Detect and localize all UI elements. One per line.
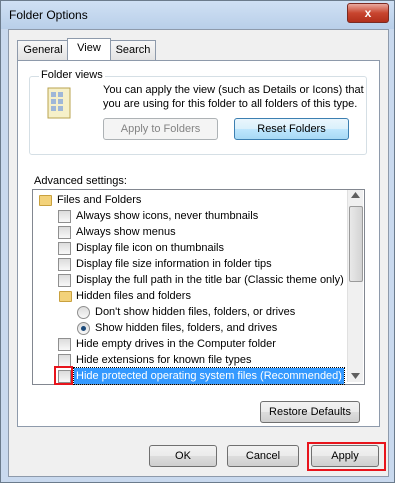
folder-icon: [59, 291, 72, 302]
tab-general-label: General: [23, 44, 63, 56]
list-item-label-selected: Hide protected operating system files (R…: [73, 367, 345, 385]
list-item-label: Always show icons, never thumbnails: [76, 210, 259, 222]
advanced-list-scrollbar[interactable]: [347, 190, 363, 382]
list-item-label: Show hidden files, folders, and drives: [95, 322, 278, 334]
list-item-label: Display file icon on thumbnails: [76, 242, 224, 254]
apply-to-folders-button[interactable]: Apply to Folders: [103, 118, 218, 140]
folder-views-label: Folder views: [39, 69, 105, 81]
checkbox[interactable]: [58, 274, 71, 287]
checkbox[interactable]: [58, 226, 71, 239]
tab-general[interactable]: General: [17, 40, 69, 60]
tab-search-label: Search: [115, 44, 151, 56]
close-icon: x: [364, 6, 372, 20]
apply-to-folders-label: Apply to Folders: [120, 123, 201, 135]
scroll-down-icon[interactable]: [351, 373, 360, 379]
list-item-label: Hide empty drives in the Computer folder: [76, 338, 276, 350]
tab-search[interactable]: Search: [110, 40, 156, 60]
tab-view-label: View: [77, 42, 101, 54]
cancel-label: Cancel: [245, 450, 281, 462]
reset-folders-label: Reset Folders: [257, 123, 326, 135]
folder-icon: [39, 195, 52, 206]
advanced-settings-label: Advanced settings:: [34, 175, 127, 187]
folder-views-description: You can apply the view (such as Details …: [103, 84, 364, 110]
scroll-up-icon[interactable]: [351, 192, 360, 198]
checkbox[interactable]: [58, 210, 71, 223]
scrollbar-thumb[interactable]: [349, 206, 363, 282]
close-button[interactable]: x: [347, 3, 389, 23]
title-bar[interactable]: Folder Options x: [1, 1, 394, 29]
radio-button-checked[interactable]: [77, 322, 90, 335]
ok-button[interactable]: OK: [149, 445, 217, 467]
ok-label: OK: [175, 450, 191, 462]
apply-highlight-box: [307, 442, 386, 471]
folder-view-icon: [47, 87, 71, 119]
tab-view[interactable]: View: [67, 38, 111, 60]
restore-defaults-label: Restore Defaults: [269, 406, 351, 418]
list-item-label: Always show menus: [76, 226, 176, 238]
list-item-label: Files and Folders: [57, 194, 142, 206]
list-item-label: Display the full path in the title bar (…: [76, 274, 344, 286]
folder-options-window: Folder Options x General View Search Fol…: [0, 0, 395, 483]
list-item-label: Don't show hidden files, folders, or dri…: [95, 306, 296, 318]
restore-defaults-button[interactable]: Restore Defaults: [260, 401, 360, 423]
checkbox[interactable]: [58, 258, 71, 271]
checkbox[interactable]: [58, 242, 71, 255]
window-title: Folder Options: [9, 8, 88, 22]
list-item-label: Display file size information in folder …: [76, 258, 272, 270]
cancel-button[interactable]: Cancel: [227, 445, 299, 467]
reset-folders-button[interactable]: Reset Folders: [234, 118, 349, 140]
list-item-label: Hide extensions for known file types: [76, 354, 252, 366]
list-item-label: Hidden files and folders: [76, 290, 191, 302]
checkbox-highlight-box: [54, 366, 73, 385]
radio-button[interactable]: [77, 306, 90, 319]
checkbox[interactable]: [58, 338, 71, 351]
